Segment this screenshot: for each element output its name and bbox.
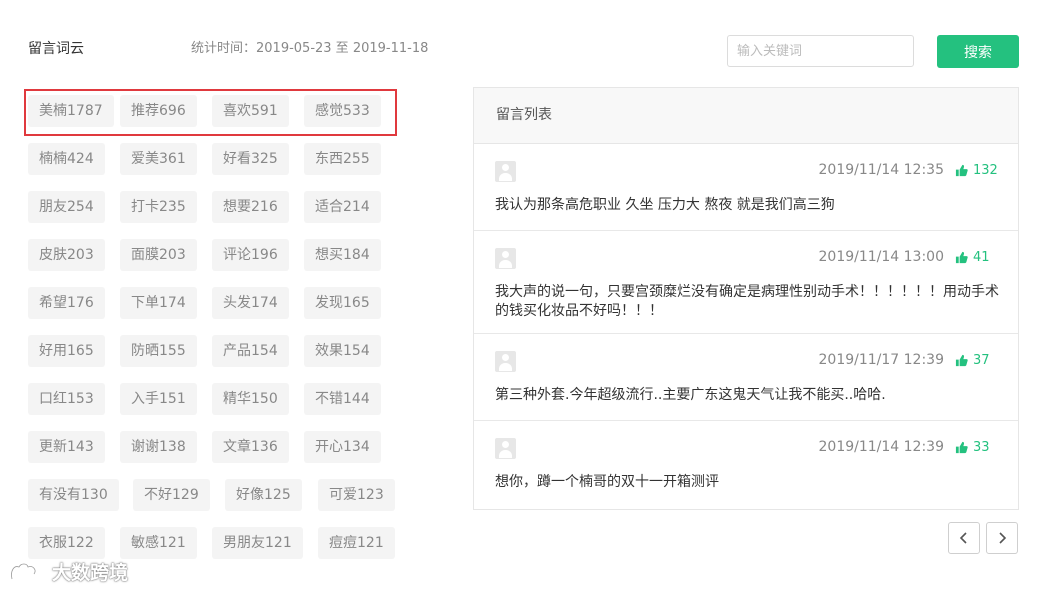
word-tag[interactable]: 朋友254: [28, 191, 105, 223]
word-tag[interactable]: 感觉533: [304, 95, 381, 127]
comment-time: 2019/11/14 12:35: [818, 162, 945, 178]
like-button[interactable]: 33: [955, 440, 990, 455]
like-button[interactable]: 132: [955, 163, 998, 178]
comment-item: 2019/11/14 13:00 41 我大声的说一句，只要宫颈糜烂没有确定是病理性…: [474, 231, 1018, 334]
watermark: 大数跨境: [8, 558, 128, 585]
word-tag[interactable]: 痘痘121: [318, 527, 395, 559]
word-tag[interactable]: 衣服122: [28, 527, 105, 559]
word-tag[interactable]: 防晒155: [120, 335, 197, 367]
comments-panel-title: 留言列表: [474, 88, 1018, 144]
like-button[interactable]: 41: [955, 250, 990, 265]
thumbs-up-icon: [955, 441, 968, 454]
word-tag[interactable]: 喜欢591: [212, 95, 289, 127]
word-tag[interactable]: 好用165: [28, 335, 105, 367]
word-tag[interactable]: 谢谢138: [120, 431, 197, 463]
word-tag[interactable]: 产品154: [212, 335, 289, 367]
comment-item: 2019/11/14 12:35 132 我认为那条高危职业 久坐 压力大 熬夜 就…: [474, 144, 1018, 231]
word-cloud: 美楠1787 推荐696 喜欢591 感觉533 楠楠424 爱美361 好看325 东西25…: [28, 94, 428, 591]
word-tag[interactable]: 有没有130: [28, 479, 119, 511]
word-tag[interactable]: 希望176: [28, 287, 105, 319]
word-tag[interactable]: 敏感121: [120, 527, 197, 559]
user-avatar-icon: [495, 248, 516, 269]
user-avatar-icon: [495, 438, 516, 459]
comment-time: 2019/11/14 13:00: [818, 249, 945, 265]
comment-text: 第三种外套.今年超级流行..主要广东这鬼天气让我不能买..哈哈.: [495, 387, 886, 403]
word-tag[interactable]: 评论196: [212, 239, 289, 271]
word-tag[interactable]: 不错144: [304, 383, 381, 415]
search-input[interactable]: [727, 35, 914, 67]
page-title: 留言词云: [28, 41, 84, 57]
word-tag[interactable]: 头发174: [212, 287, 289, 319]
word-tag[interactable]: 效果154: [304, 335, 381, 367]
word-tag[interactable]: 可爱123: [318, 479, 395, 511]
chevron-right-icon: [999, 532, 1007, 544]
comment-text: 我大声的说一句，只要宫颈糜烂没有确定是病理性别动手术！！！！！！用动手术的钱买化…: [495, 284, 999, 319]
word-tag[interactable]: 皮肤203: [28, 239, 105, 271]
word-tag[interactable]: 推荐696: [120, 95, 197, 127]
word-tag[interactable]: 开心134: [304, 431, 381, 463]
word-tag[interactable]: 精华150: [212, 383, 289, 415]
word-tag[interactable]: 楠楠424: [28, 143, 105, 175]
date-range: 统计时间：2019-05-23 至 2019-11-18: [191, 41, 429, 56]
prev-page-button[interactable]: [948, 522, 980, 554]
word-tag[interactable]: 发现165: [304, 287, 381, 319]
word-tag[interactable]: 好像125: [225, 479, 302, 511]
next-page-button[interactable]: [986, 522, 1018, 554]
user-avatar-icon: [495, 161, 516, 182]
like-count: 37: [973, 353, 990, 368]
like-count: 41: [973, 250, 990, 265]
word-tag[interactable]: 更新143: [28, 431, 105, 463]
word-tag[interactable]: 美楠1787: [28, 95, 114, 127]
word-tag[interactable]: 面膜203: [120, 239, 197, 271]
search-button[interactable]: 搜索: [937, 35, 1019, 68]
watermark-logo-icon: [10, 562, 37, 579]
user-avatar-icon: [495, 351, 516, 372]
word-tag[interactable]: 文章136: [212, 431, 289, 463]
word-tag[interactable]: 爱美361: [120, 143, 197, 175]
comment-time: 2019/11/14 12:39: [818, 439, 945, 455]
like-button[interactable]: 37: [955, 353, 990, 368]
comment-text: 想你，蹲一个楠哥的双十一开箱测评: [495, 474, 719, 490]
word-tag[interactable]: 东西255: [304, 143, 381, 175]
word-tag[interactable]: 下单174: [120, 287, 197, 319]
thumbs-up-icon: [955, 164, 968, 177]
word-tag[interactable]: 想要216: [212, 191, 289, 223]
word-tag[interactable]: 入手151: [120, 383, 197, 415]
thumbs-up-icon: [955, 251, 968, 264]
comment-item: 2019/11/17 12:39 37 第三种外套.今年超级流行..主要广东这鬼天气…: [474, 334, 1018, 421]
comments-panel: 留言列表 2019/11/14 12:35 132 我认为那条高危职业 久坐 压力大…: [473, 87, 1019, 510]
word-tag[interactable]: 打卡235: [120, 191, 197, 223]
comment-text: 我认为那条高危职业 久坐 压力大 熬夜 就是我们高三狗: [495, 197, 835, 213]
word-tag[interactable]: 口红153: [28, 383, 105, 415]
word-tag[interactable]: 好看325: [212, 143, 289, 175]
word-tag[interactable]: 不好129: [133, 479, 210, 511]
word-tag[interactable]: 男朋友121: [212, 527, 303, 559]
word-tag[interactable]: 想买184: [304, 239, 381, 271]
comment-time: 2019/11/17 12:39: [818, 352, 945, 368]
like-count: 33: [973, 440, 990, 455]
like-count: 132: [973, 163, 998, 178]
watermark-text: 大数跨境: [52, 562, 129, 584]
chevron-left-icon: [959, 532, 967, 544]
comment-item: 2019/11/14 12:39 33 想你，蹲一个楠哥的双十一开箱测评: [474, 421, 1018, 511]
thumbs-up-icon: [955, 354, 968, 367]
word-tag[interactable]: 适合214: [304, 191, 381, 223]
